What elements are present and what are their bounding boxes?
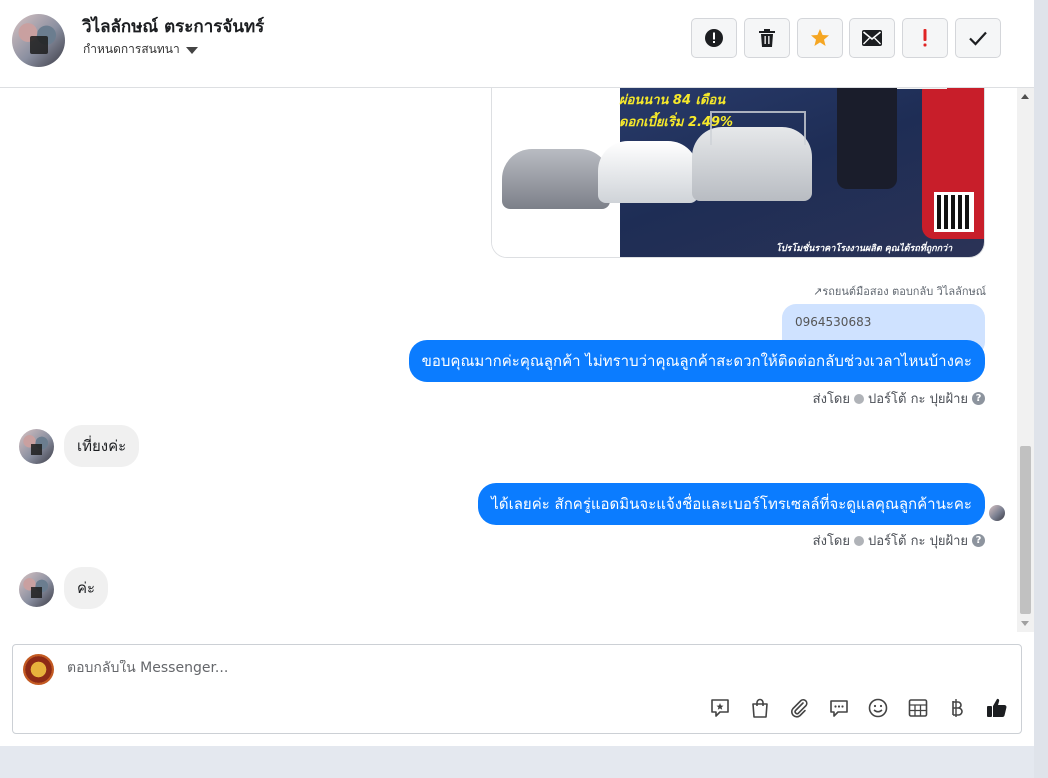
reply-composer: [12, 644, 1022, 734]
envelope-icon: [862, 30, 882, 46]
qr-code: [934, 192, 974, 232]
mark-spam-button[interactable]: [691, 18, 737, 58]
message-thread[interactable]: ผ่อนนาน 84 เดือน ดอกเบี้ยเริ่ม 2.49% โปร…: [0, 88, 1034, 632]
scroll-thumb[interactable]: [1020, 446, 1031, 614]
reply-note-text: รถยนต์มือสอง ตอบกลับ วิไลลักษณ์: [822, 285, 986, 298]
ad-text-line1: ผ่อนนาน 84 เดือน: [619, 89, 725, 110]
outgoing-message[interactable]: ได้เลยค่ะ สักครู่แอดมินจะแจ้งชื่อและเบอร…: [478, 483, 985, 525]
assign-conversation-dropdown[interactable]: กำหนดการสนทนา: [83, 40, 198, 59]
sent-by-label: ส่งโดย: [812, 534, 850, 549]
seen-avatar: [989, 505, 1005, 521]
reply-arrow-icon: ↗: [813, 285, 823, 298]
saved-reply-button[interactable]: [707, 695, 733, 721]
ad-footer: โปรโมชั่นราคาโรงงานผลิต คุณได้รถที่ถูกกว…: [776, 244, 953, 254]
page-avatar: [23, 654, 54, 685]
follow-up-button[interactable]: [902, 18, 948, 58]
table-icon: [908, 699, 928, 717]
ad-line2: ดอกเบี้ยเริ่ม 2.49%: [619, 115, 734, 130]
car-promotion-image: [492, 88, 984, 257]
sent-check-icon: [854, 535, 864, 546]
star-icon: [811, 29, 829, 46]
attach-button[interactable]: [786, 695, 812, 721]
contact-name[interactable]: วิไลลักษณ์ ตระการจันทร์: [82, 13, 264, 40]
question-icon[interactable]: ?: [972, 392, 985, 405]
chat-bubble-icon: [830, 700, 848, 717]
incoming-message[interactable]: ค่ะ: [64, 567, 109, 609]
sender-name[interactable]: ปอร์โต้ กะ ปุยฝ้าย: [868, 530, 968, 551]
payment-button[interactable]: [944, 695, 970, 721]
conversation-header: วิไลลักษณ์ ตระการจันทร์ กำหนดการสนทนา: [0, 0, 1034, 88]
ad-image-attachment[interactable]: [491, 88, 985, 258]
message-text: ได้เลยค่ะ สักครู่แอดมินจะแจ้งชื่อและเบอร…: [491, 495, 972, 513]
alert-circle-icon: [705, 29, 723, 47]
trash-icon: [759, 29, 775, 47]
conversation-panel: วิไลลักษณ์ ตระการจันทร์ กำหนดการสนทนา ผ่…: [0, 0, 1034, 746]
reply-input[interactable]: [67, 660, 967, 676]
message-text: เที่ยงค่ะ: [77, 437, 127, 455]
chat-button[interactable]: [826, 695, 852, 721]
baht-icon: [952, 699, 963, 717]
ad-line1: ผ่อนนาน 84 เดือน: [619, 93, 726, 108]
phone-number: 0964530683: [795, 315, 872, 329]
message-text: ค่ะ: [77, 579, 96, 597]
saved-reply-icon: [711, 699, 729, 717]
sender-name[interactable]: ปอร์โต้ กะ ปุยฝ้าย: [868, 388, 968, 409]
question-icon[interactable]: ?: [972, 534, 985, 547]
contact-avatar-small[interactable]: [19, 572, 54, 607]
emoji-button[interactable]: [865, 695, 891, 721]
shopping-bag-icon: [752, 698, 768, 718]
scroll-down-arrow[interactable]: [1021, 621, 1029, 626]
shop-button[interactable]: [747, 695, 773, 721]
star-button[interactable]: [797, 18, 843, 58]
mark-done-button[interactable]: [955, 18, 1001, 58]
checkmark-icon: [969, 31, 987, 46]
smiley-icon: [868, 698, 888, 718]
sent-check-icon: [854, 393, 864, 404]
assign-label: กำหนดการสนทนา: [83, 42, 180, 56]
contact-avatar[interactable]: [12, 14, 65, 67]
contact-avatar-small[interactable]: [19, 429, 54, 464]
sent-by-row: ส่งโดย ปอร์โต้ กะ ปุยฝ้าย ?: [813, 388, 985, 409]
reply-context-note: ↗รถยนต์มือสอง ตอบกลับ วิไลลักษณ์: [813, 282, 986, 300]
window-bottom: [0, 746, 1034, 778]
mark-unread-button[interactable]: [849, 18, 895, 58]
scroll-up-arrow[interactable]: [1021, 94, 1029, 99]
ad-footer-text: โปรโมชั่นราคาโรงงานผลิต คุณได้รถที่ถูกกว…: [776, 236, 952, 255]
sent-by-row: ส่งโดย ปอร์โต้ กะ ปุยฝ้าย ?: [813, 530, 985, 551]
delete-button[interactable]: [744, 18, 790, 58]
table-button[interactable]: [905, 695, 931, 721]
exclamation-icon: [923, 29, 927, 47]
sent-by-label: ส่งโดย: [812, 392, 850, 407]
outgoing-message[interactable]: ขอบคุณมากค่ะคุณลูกค้า ไม่ทราบว่าคุณลูกค้…: [408, 340, 985, 382]
ad-text-line2: ดอกเบี้ยเริ่ม 2.49%: [619, 111, 733, 132]
thread-scrollbar[interactable]: [1017, 88, 1034, 632]
thumbs-up-icon: [987, 698, 1007, 718]
caret-down-icon: [185, 47, 198, 54]
like-button[interactable]: [984, 695, 1010, 721]
incoming-message[interactable]: เที่ยงค่ะ: [64, 425, 140, 467]
paperclip-icon: [790, 699, 808, 718]
message-text: ขอบคุณมากค่ะคุณลูกค้า ไม่ทราบว่าคุณลูกค้…: [421, 352, 972, 370]
window-edge: [1034, 0, 1048, 778]
